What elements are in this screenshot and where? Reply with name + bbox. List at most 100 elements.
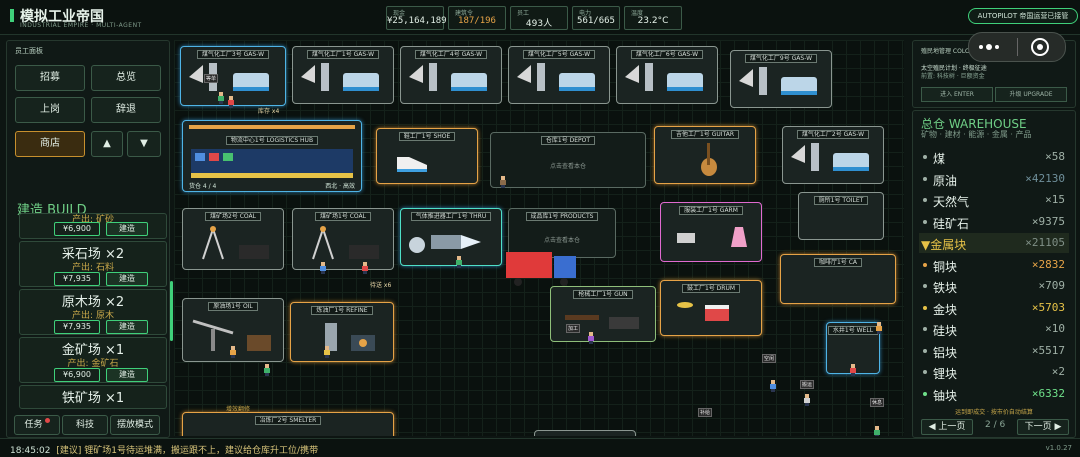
warehouse-category-row[interactable]: ▼金属块 ×21105 <box>919 233 1069 253</box>
build-card-iron: 铁矿场 ×1 <box>19 385 167 409</box>
building-coal-1[interactable]: 煤矿场1号 COAL <box>292 208 394 270</box>
building-depot[interactable]: 仓库1号 DEPOT 点击查看本仓 <box>490 132 646 188</box>
warehouse-item-row[interactable]: 铁块 ×709 <box>919 276 1069 296</box>
warehouse-item-row[interactable]: 铝块 ×5517 <box>919 341 1069 361</box>
notification-dot-icon <box>44 418 50 423</box>
status-tag: 休息 <box>870 398 885 407</box>
building-gas-2[interactable]: 煤气化工厂2号 GAS-W <box>782 126 884 184</box>
truck-icon <box>506 252 576 286</box>
warehouse-item-row[interactable]: 硅块 ×10 <box>919 319 1069 339</box>
item-name: 铀块 <box>933 388 958 403</box>
worker-sprite[interactable] <box>588 332 594 344</box>
more-icon[interactable] <box>979 44 1003 50</box>
mini-program-capsule <box>968 32 1066 62</box>
staff-panel-title: 员工面板 <box>15 47 43 55</box>
building-logistics-hub[interactable]: 物流中心1号 LOGISTICS HUB 货仓 4 / 4 西北 · 高效 <box>182 120 362 192</box>
building-guitar[interactable]: 吉他工厂1号 GUITAR <box>654 126 756 184</box>
worker-sprite[interactable] <box>874 426 880 436</box>
build-card-lumber: 原木场 ×2 产出: 原木 ¥7,935 建造 <box>19 289 167 335</box>
worker-sprite[interactable] <box>456 256 462 268</box>
warehouse-item-row[interactable]: 原油 ×42130 <box>919 169 1069 189</box>
tech-button[interactable]: 科技 <box>62 415 108 435</box>
colony-upgrade-button[interactable]: 升级 UPGRADE <box>995 87 1067 102</box>
worker-sprite[interactable] <box>228 96 234 108</box>
building-thruster[interactable]: 气体推进器工厂1号 THRU <box>400 208 502 266</box>
building-refinery[interactable]: 炼油厂1号 REFINE <box>290 302 394 362</box>
building-toilet[interactable]: 厕所1号 TOILET <box>798 192 884 240</box>
worker-sprite[interactable] <box>362 262 368 274</box>
warehouse-panel: 总仓 WAREHOUSE 矿物 · 建材 · 能源 · 金属 · 产品 煤 ×58… <box>912 110 1076 438</box>
item-quantity: ×42130 <box>1025 171 1065 185</box>
building-cafe[interactable]: 咖啡厅1号 CA <box>780 254 896 304</box>
close-target-icon[interactable] <box>1031 38 1049 56</box>
building-gas-9[interactable]: 煤气化工厂9号 GAS-W <box>730 50 832 108</box>
refinery-icon <box>325 323 375 351</box>
tasks-button[interactable]: 任务 <box>14 415 60 435</box>
building-title: 水井1号 WELL <box>827 325 879 335</box>
place-mode-button[interactable]: 摆放模式 <box>110 415 160 435</box>
building-gas-4[interactable]: 煤气化工厂4号 GAS-W <box>400 46 502 104</box>
building-coal-2[interactable]: 煤矿场2号 COAL <box>182 208 284 270</box>
building-smelter[interactable]: 冶炼厂2号 SMELTER <box>182 412 394 436</box>
build-list-scrollbar[interactable] <box>170 281 173 341</box>
scroll-up-button[interactable]: ▲ <box>91 131 123 157</box>
worker-sprite[interactable] <box>264 364 270 376</box>
warehouse-item-row[interactable]: 金块 ×5703 <box>919 298 1069 318</box>
worker-sprite[interactable] <box>320 262 326 274</box>
warehouse-item-row[interactable]: 锂块 ×2 <box>919 362 1069 382</box>
building-gun[interactable]: 枪械工厂1号 GUN <box>550 286 656 342</box>
build-button[interactable]: 建造 <box>106 222 148 236</box>
status-tag: 搬运 <box>800 380 815 389</box>
recruit-button[interactable]: 招募 <box>15 65 85 91</box>
worker-sprite[interactable] <box>876 322 882 334</box>
worker-sprite[interactable] <box>218 92 224 104</box>
next-page-button[interactable]: 下一页 ▶ <box>1017 419 1069 435</box>
building-shoe[interactable]: 鞋工厂1号 SHOE <box>376 128 478 184</box>
prev-page-button[interactable]: ◀ 上一页 <box>921 419 973 435</box>
warehouse-item-row[interactable]: 硅矿石 ×9375 <box>919 212 1069 232</box>
warehouse-item-row[interactable]: 天然气 ×15 <box>919 190 1069 210</box>
item-name: 硅块 <box>933 324 958 338</box>
dismiss-button[interactable]: 辞退 <box>91 97 161 123</box>
build-button[interactable]: 建造 <box>106 368 148 382</box>
worker-sprite[interactable] <box>850 364 856 376</box>
warehouse-item-row[interactable]: 铜块 ×2832 <box>919 255 1069 275</box>
capsule-divider <box>1017 38 1018 56</box>
assign-button[interactable]: 上岗 <box>15 97 85 123</box>
wait-label: 待送 x6 <box>370 282 392 289</box>
autopilot-badge[interactable]: AUTOPILOT 帝国运营已接管 <box>968 8 1078 24</box>
item-name: 硅矿石 <box>933 216 970 231</box>
shop-button[interactable]: 商店 <box>15 131 85 157</box>
warehouse-note: 运到即成交 · 按市价自动结算 <box>955 409 1033 416</box>
overview-button[interactable]: 总览 <box>91 65 161 91</box>
status-tag: 等单 <box>204 74 219 83</box>
building-title: 成品库1号 PRODUCTS <box>509 211 615 221</box>
warehouse-item-row[interactable]: 煤 ×58 <box>919 147 1069 167</box>
build-button[interactable]: 建造 <box>106 272 148 286</box>
scroll-down-button[interactable]: ▼ <box>127 131 161 157</box>
building-gas-5[interactable]: 煤气化工厂5号 GAS-W <box>508 46 610 104</box>
colony-enter-button[interactable]: 进入 ENTER <box>921 87 993 102</box>
building-title: 冶炼厂2号 SMELTER <box>183 415 393 425</box>
worker-sprite[interactable] <box>770 380 776 392</box>
price-label: ¥7,935 <box>54 272 100 286</box>
worker-sprite[interactable] <box>230 346 236 358</box>
building-drum[interactable]: 鼓工厂1号 DRUM <box>660 280 762 336</box>
building-gas-6[interactable]: 煤气化工厂6号 GAS-W <box>616 46 718 104</box>
building-title: 咖啡厅1号 CA <box>781 257 895 267</box>
worker-sprite[interactable] <box>804 394 810 406</box>
building-unknown[interactable] <box>534 430 636 436</box>
worker-sprite[interactable] <box>500 176 506 188</box>
item-dot-icon <box>923 370 927 374</box>
item-dot-icon <box>923 305 927 310</box>
warehouse-item-row[interactable]: 铀块 ×6332 <box>919 384 1069 404</box>
garment-icon <box>677 227 747 247</box>
item-name: 金块 <box>933 302 958 317</box>
worker-sprite[interactable] <box>324 346 330 358</box>
building-garment[interactable]: 服装工厂1号 GARM <box>660 202 762 262</box>
factory-map[interactable]: 煤气化工厂3号 GAS-W 库存 x4 煤气化工厂1号 GAS-W 煤气化工厂4… <box>174 40 904 436</box>
item-name: 锂块 <box>933 367 958 381</box>
price-label: ¥6,900 <box>54 222 100 236</box>
building-gas-1[interactable]: 煤气化工厂1号 GAS-W <box>292 46 394 104</box>
build-button[interactable]: 建造 <box>106 320 148 334</box>
